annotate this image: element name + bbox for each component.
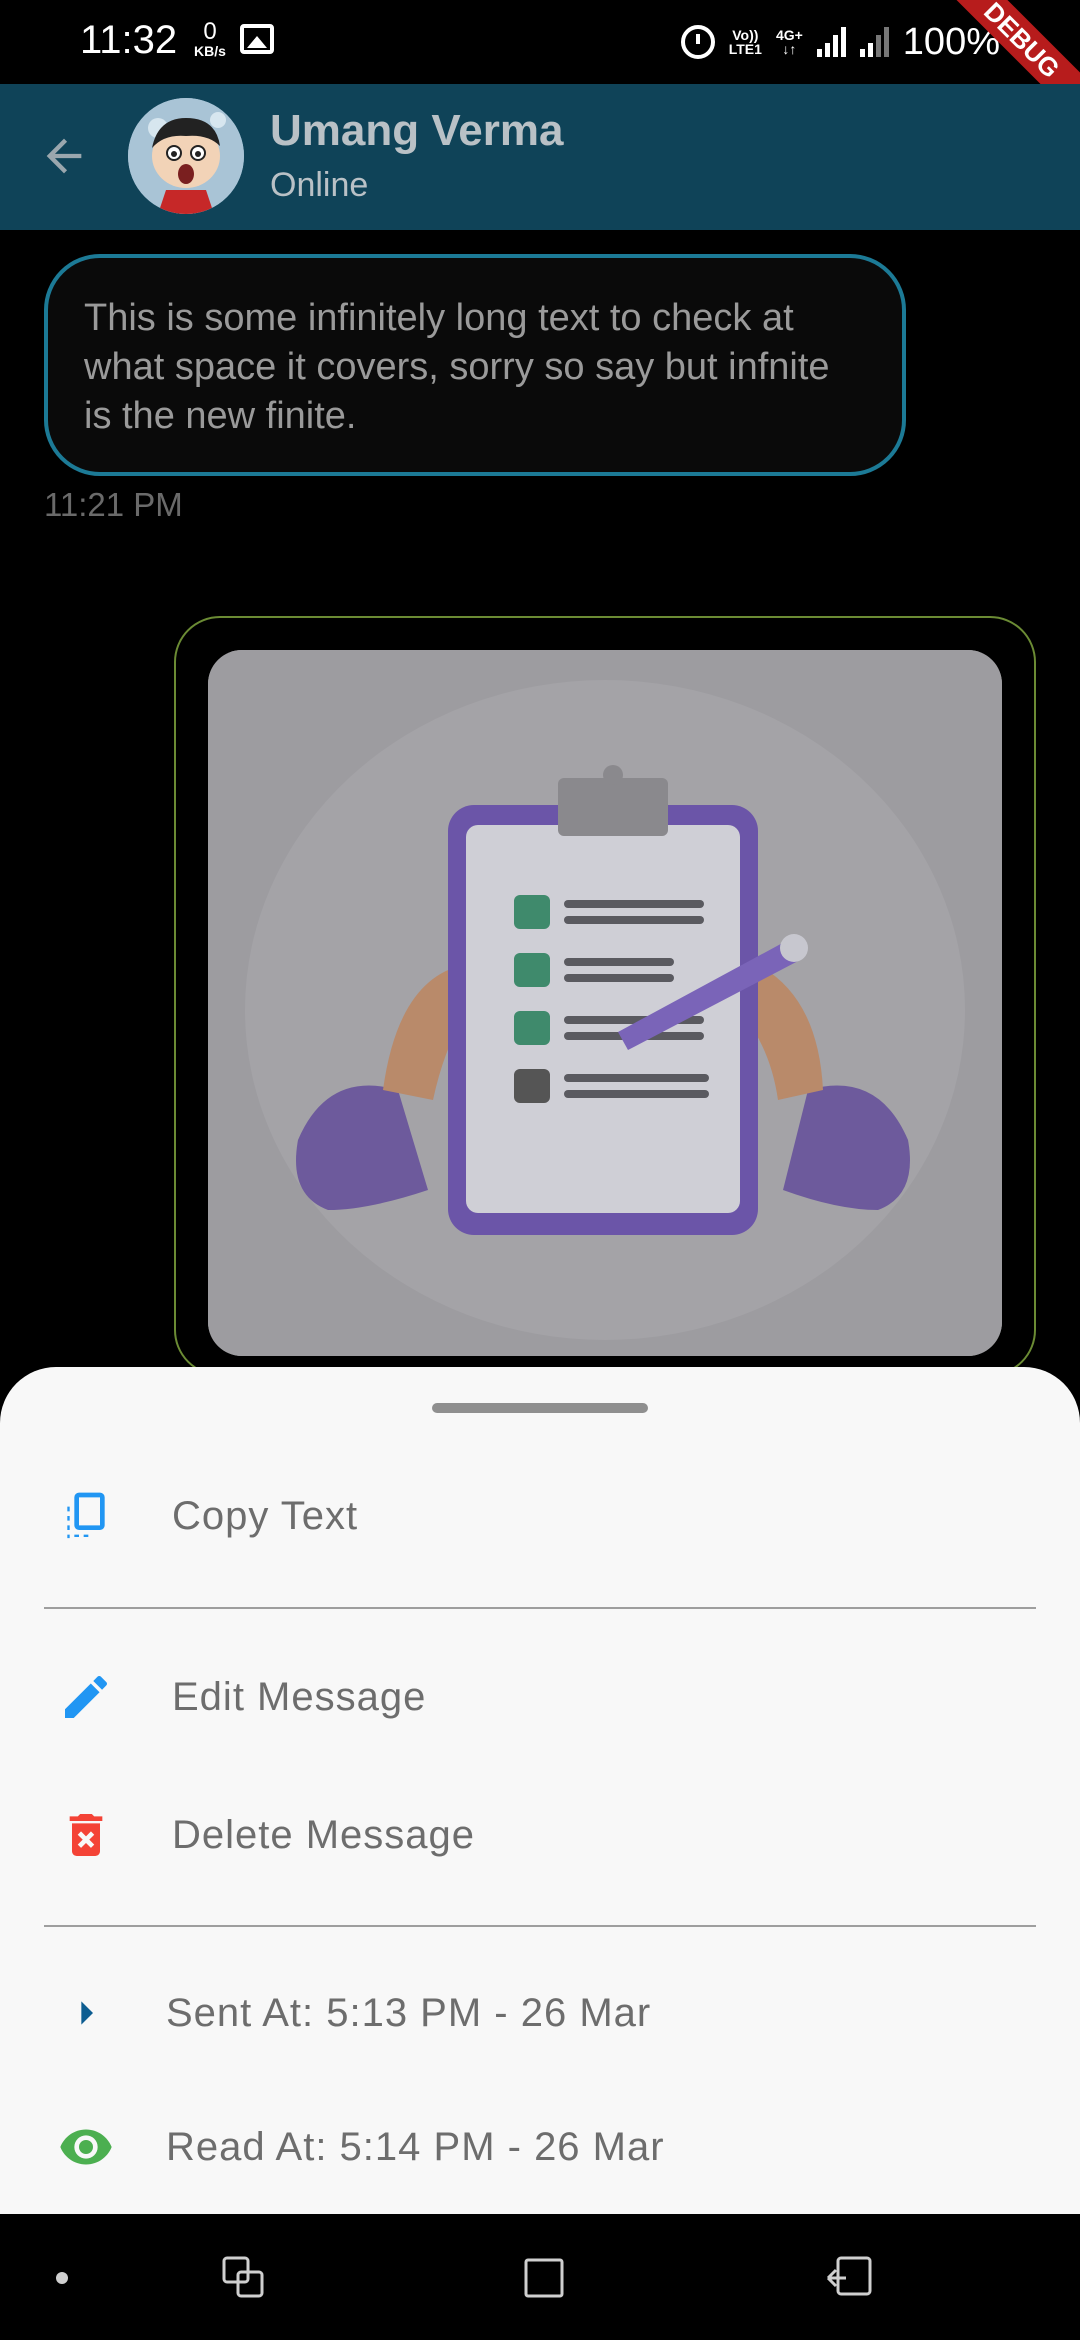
read-at-label: Read At: 5:14 PM - 26 Mar <box>166 2124 665 2169</box>
drag-handle[interactable] <box>432 1403 648 1413</box>
image-message-bubble[interactable] <box>174 616 1036 1376</box>
back-arrow-icon[interactable] <box>38 130 90 182</box>
delete-message-option[interactable]: Delete Message <box>0 1780 1080 1890</box>
avatar-cartoon-icon <box>128 98 244 214</box>
signal-strength-sim2-icon <box>859 27 889 57</box>
gallery-notification-icon <box>240 24 274 54</box>
recent-apps-icon[interactable] <box>216 2250 272 2306</box>
message-text: This is some infinitely long text to che… <box>84 297 830 437</box>
alarm-icon <box>680 25 715 59</box>
read-at-info: Read At: 5:14 PM - 26 Mar <box>0 2092 1080 2202</box>
edit-message-option[interactable]: Edit Message <box>0 1642 1080 1752</box>
avatar[interactable] <box>128 98 244 214</box>
volte-sim-label: LTE1 <box>728 41 762 57</box>
edit-icon <box>58 1669 114 1725</box>
signal-strength-icon <box>816 27 846 57</box>
network-type: 4G+ ↓↑ <box>776 28 803 56</box>
status-bar: 11:32 0 KB/s Vo)) LTE1 4G+ ↓↑ 100% DEBUG <box>0 0 1080 131</box>
data-arrows-icon: ↓↑ <box>782 41 797 57</box>
edit-message-label: Edit Message <box>172 1674 427 1719</box>
incoming-message-bubble[interactable]: This is some infinitely long text to che… <box>44 254 906 476</box>
data-rate-value: 0 <box>203 18 217 45</box>
copy-text-option[interactable]: Copy Text <box>0 1461 1080 1571</box>
volte-indicator: Vo)) LTE1 <box>729 28 762 56</box>
home-icon[interactable] <box>516 2250 572 2306</box>
sent-arrow-icon <box>58 1985 114 2041</box>
contact-name[interactable]: Umang Verma <box>270 106 563 156</box>
eye-icon <box>58 2119 114 2175</box>
sent-at-info: Sent At: 5:13 PM - 26 Mar <box>0 1958 1080 2068</box>
delete-message-label: Delete Message <box>172 1812 476 1857</box>
contact-status: Online <box>270 166 369 204</box>
status-time: 11:32 <box>80 18 178 62</box>
data-rate-unit: KB/s <box>194 43 226 59</box>
chat-app-bar: Umang Verma Online <box>0 84 1080 230</box>
divider <box>44 1925 1036 1927</box>
delete-icon <box>58 1807 114 1863</box>
chat-message-list[interactable]: This is some infinitely long text to che… <box>0 230 1080 1376</box>
copy-text-label: Copy Text <box>172 1493 359 1538</box>
clipboard-checklist-illustration <box>208 650 1002 1356</box>
system-navigation-bar <box>0 2214 1080 2340</box>
message-timestamp: 11:21 PM <box>44 486 183 523</box>
message-image[interactable] <box>208 650 1002 1356</box>
back-nav-icon[interactable] <box>820 2250 876 2306</box>
divider <box>44 1607 1036 1609</box>
nav-dot-icon[interactable] <box>34 2250 90 2306</box>
message-options-sheet: Copy Text Edit Message Delete Message Se… <box>0 1367 1080 2214</box>
copy-icon <box>58 1488 114 1544</box>
sent-at-label: Sent At: 5:13 PM - 26 Mar <box>166 1990 652 2035</box>
data-rate-indicator: 0 KB/s <box>190 18 230 59</box>
status-icons: Vo)) LTE1 4G+ ↓↑ 100% <box>680 18 1000 66</box>
